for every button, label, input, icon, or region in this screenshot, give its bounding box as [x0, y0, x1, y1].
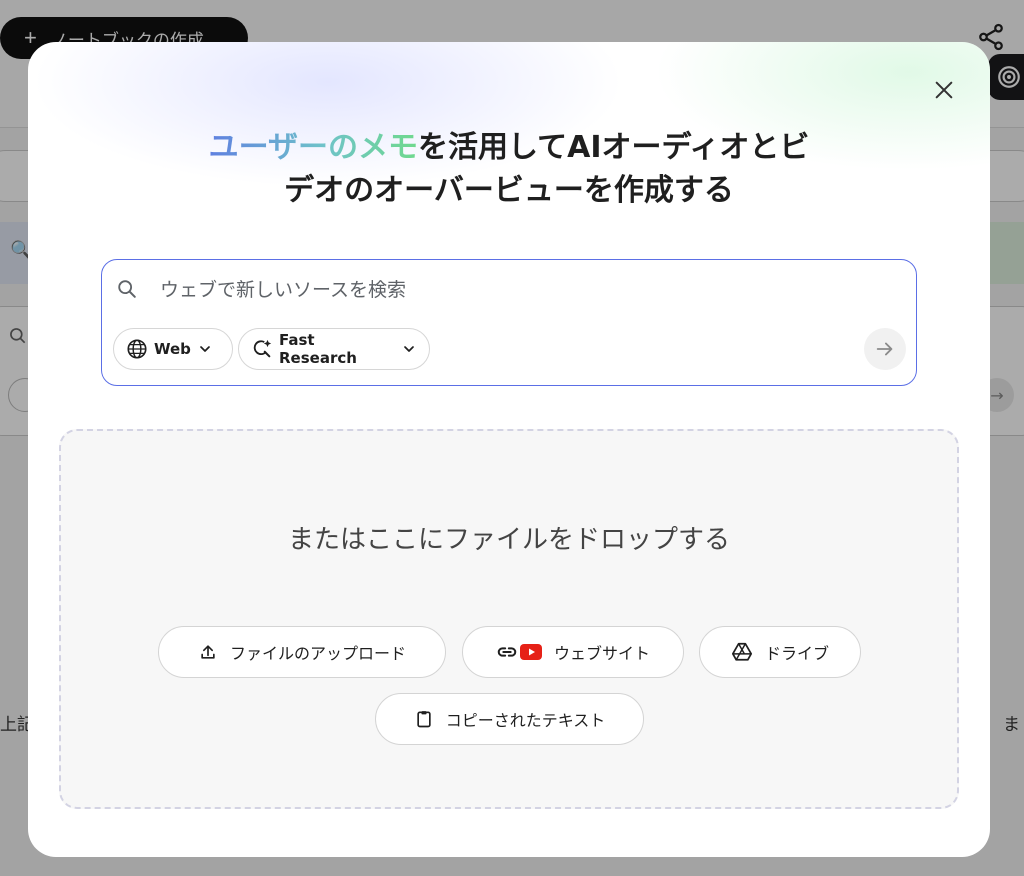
paste-text-button[interactable]: コピーされたテキスト [375, 693, 644, 745]
drop-zone-title: またはここにファイルをドロップする [287, 525, 730, 555]
google-drive-label: ドライブ [764, 646, 829, 663]
youtube-icon [519, 644, 542, 660]
add-website-label: ウェブサイト [553, 646, 650, 663]
link-icon [496, 641, 518, 663]
dialog-title-highlight: ユーザーのメモ [208, 130, 418, 165]
sparkle-search-icon [251, 338, 273, 360]
web-search-box: Web Fast Research [101, 259, 917, 386]
dialog-title-line-2: デオのオーバービューを作成する [284, 173, 734, 208]
google-drive-button[interactable]: ドライブ [699, 626, 861, 678]
upload-file-button[interactable]: ファイルのアップロード [158, 626, 446, 678]
add-source-dialog: ユーザーのメモを活用してAIオーディオとビ デオのオーバービューを作成する We… [28, 42, 990, 857]
close-icon [933, 79, 955, 101]
search-icon [116, 278, 138, 300]
globe-icon [126, 338, 148, 360]
source-type-label: Web [154, 340, 191, 358]
search-input[interactable] [160, 274, 860, 306]
source-type-dropdown[interactable]: Web [113, 328, 233, 370]
chevron-down-icon [401, 341, 417, 357]
drive-icon [731, 641, 753, 663]
file-drop-zone[interactable]: またはここにファイルをドロップする ファイルのアップロード ウェブサイト ドライ… [59, 429, 959, 809]
arrow-right-icon [874, 338, 896, 360]
chevron-down-icon [197, 341, 213, 357]
dialog-title-rest: を活用してAIオーディオとビ [418, 130, 810, 165]
research-mode-dropdown[interactable]: Fast Research [238, 328, 430, 370]
research-mode-label: Fast Research [279, 331, 357, 367]
dialog-title-line-1: ユーザーのメモを活用してAIオーディオとビ [28, 126, 990, 169]
paste-text-label: コピーされたテキスト [445, 713, 606, 730]
close-button[interactable] [928, 74, 960, 106]
add-website-button[interactable]: ウェブサイト [462, 626, 684, 678]
upload-icon [198, 642, 218, 662]
submit-search-button[interactable] [864, 328, 906, 370]
clipboard-icon [414, 709, 434, 729]
upload-file-label: ファイルのアップロード [229, 646, 406, 663]
dialog-title: ユーザーのメモを活用してAIオーディオとビ デオのオーバービューを作成する [28, 126, 990, 212]
